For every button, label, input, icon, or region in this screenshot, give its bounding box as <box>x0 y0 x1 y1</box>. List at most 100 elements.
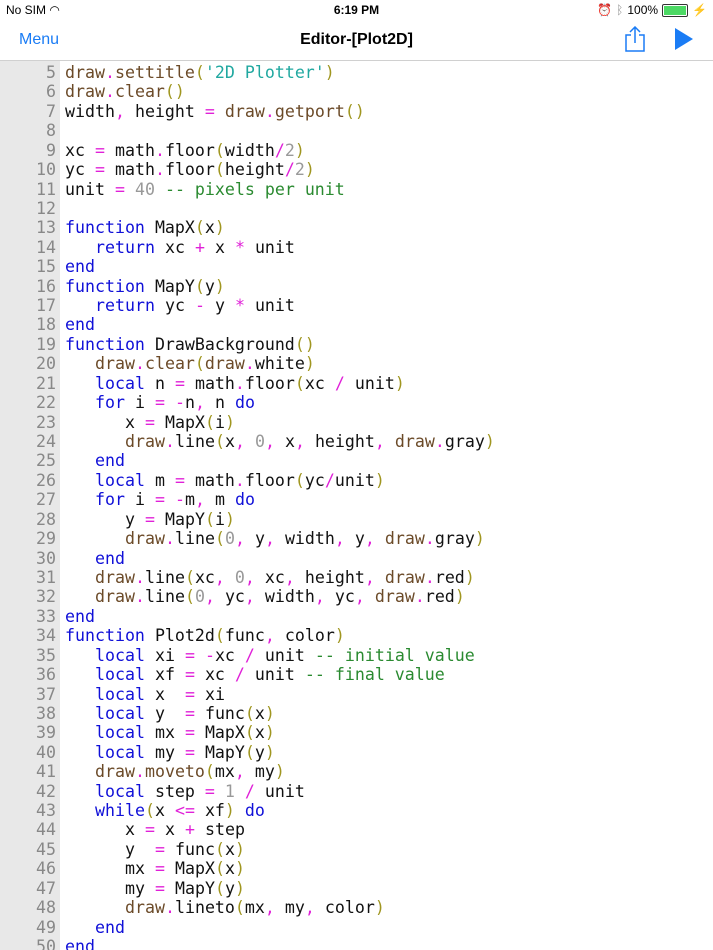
code-text[interactable]: y = MapY(i) <box>56 510 235 529</box>
code-text[interactable]: draw.line(xc, 0, xc, height, draw.red) <box>56 568 475 587</box>
code-text[interactable] <box>56 121 65 140</box>
code-token: ( <box>204 509 215 529</box>
code-text[interactable]: end <box>56 315 95 334</box>
code-line[interactable]: 50 end <box>0 937 713 950</box>
code-text[interactable]: end <box>56 937 95 950</box>
code-text[interactable]: y = func(x) <box>56 840 245 859</box>
code-text[interactable]: end <box>56 918 125 937</box>
code-text[interactable]: end <box>56 549 125 568</box>
code-text[interactable]: end <box>56 451 125 470</box>
code-text[interactable]: function MapX(x) <box>56 218 225 237</box>
code-text[interactable]: mx = MapX(x) <box>56 859 245 878</box>
code-line[interactable]: 43 while(x <= xf) do <box>0 801 713 820</box>
share-icon[interactable] <box>624 26 646 52</box>
code-text[interactable]: return xc + x * unit <box>56 238 295 257</box>
code-line[interactable]: 5 draw.settitle('2D Plotter') <box>0 63 713 82</box>
run-play-icon[interactable] <box>674 28 694 50</box>
code-line[interactable]: 49 end <box>0 918 713 937</box>
code-line[interactable]: 37 local x = xi <box>0 685 713 704</box>
code-line[interactable]: 45 y = func(x) <box>0 840 713 859</box>
code-line[interactable]: 14 return xc + x * unit <box>0 238 713 257</box>
code-line[interactable]: 30 end <box>0 549 713 568</box>
code-lines[interactable]: 5 draw.settitle('2D Plotter') 6 draw.clear(… <box>0 63 713 950</box>
code-line[interactable]: 44 x = x + step <box>0 820 713 839</box>
code-token: clear <box>114 82 165 102</box>
code-line[interactable]: 11 unit = 40 -- pixels per unit <box>0 180 713 199</box>
code-line[interactable]: 29 draw.line(0, y, width, y, draw.gray) <box>0 529 713 548</box>
code-line[interactable]: 6 draw.clear() <box>0 82 713 101</box>
code-text[interactable]: for i = -n, n do <box>56 393 255 412</box>
code-text[interactable]: yc = math.floor(height/2) <box>56 160 315 179</box>
code-line[interactable]: 47 my = MapY(y) <box>0 879 713 898</box>
code-line[interactable]: 40 local my = MapY(y) <box>0 743 713 762</box>
code-text[interactable]: draw.line(x, 0, x, height, draw.gray) <box>56 432 495 451</box>
code-text[interactable]: while(x <= xf) do <box>56 801 265 820</box>
code-text[interactable]: draw.clear(draw.white) <box>56 354 315 373</box>
code-text[interactable]: local y = func(x) <box>56 704 275 723</box>
code-editor[interactable]: 5 draw.settitle('2D Plotter') 6 draw.clear(… <box>0 61 713 950</box>
code-line[interactable]: 9 xc = math.floor(width/2) <box>0 141 713 160</box>
code-text[interactable]: local m = math.floor(yc/unit) <box>56 471 385 490</box>
code-text[interactable]: my = MapY(y) <box>56 879 245 898</box>
code-line[interactable]: 27 for i = -m, m do <box>0 490 713 509</box>
code-line[interactable]: 35 local xi = -xc / unit -- initial valu… <box>0 646 713 665</box>
code-token: . <box>164 898 175 918</box>
code-token: moveto <box>144 762 205 782</box>
code-text[interactable]: local n = math.floor(xc / unit) <box>56 374 405 393</box>
code-line[interactable]: 26 local m = math.floor(yc/unit) <box>0 471 713 490</box>
code-line[interactable]: 25 end <box>0 451 713 470</box>
code-line[interactable]: 38 local y = func(x) <box>0 704 713 723</box>
code-line[interactable]: 16 function MapY(y) <box>0 277 713 296</box>
code-text[interactable]: draw.moveto(mx, my) <box>56 762 285 781</box>
code-text[interactable]: draw.lineto(mx, my, color) <box>56 898 385 917</box>
code-line[interactable]: 17 return yc - y * unit <box>0 296 713 315</box>
code-text[interactable]: x = MapX(i) <box>56 413 235 432</box>
code-text[interactable]: local xf = xc / unit -- final value <box>56 665 445 684</box>
code-line[interactable]: 34 function Plot2d(func, color) <box>0 626 713 645</box>
code-line[interactable]: 36 local xf = xc / unit -- final value <box>0 665 713 684</box>
code-line[interactable]: 39 local mx = MapX(x) <box>0 723 713 742</box>
code-line[interactable]: 21 local n = math.floor(xc / unit) <box>0 374 713 393</box>
code-line[interactable]: 7 width, height = draw.getport() <box>0 102 713 121</box>
code-text[interactable]: draw.line(0, y, width, y, draw.gray) <box>56 529 485 548</box>
code-line[interactable]: 10 yc = math.floor(height/2) <box>0 160 713 179</box>
code-line[interactable]: 32 draw.line(0, yc, width, yc, draw.red) <box>0 587 713 606</box>
code-text[interactable] <box>56 199 65 218</box>
code-text[interactable]: end <box>56 607 95 626</box>
code-line[interactable]: 42 local step = 1 / unit <box>0 782 713 801</box>
code-text[interactable]: function MapY(y) <box>56 277 225 296</box>
code-line[interactable]: 15 end <box>0 257 713 276</box>
code-line[interactable]: 24 draw.line(x, 0, x, height, draw.gray) <box>0 432 713 451</box>
code-line[interactable]: 33 end <box>0 607 713 626</box>
code-text[interactable]: x = x + step <box>56 820 245 839</box>
code-text[interactable]: draw.line(0, yc, width, yc, draw.red) <box>56 587 465 606</box>
code-text[interactable]: draw.settitle('2D Plotter') <box>56 63 335 82</box>
code-text[interactable]: local x = xi <box>56 685 225 704</box>
code-text[interactable]: local xi = -xc / unit -- initial value <box>56 646 475 665</box>
code-line[interactable]: 8 <box>0 121 713 140</box>
code-text[interactable]: end <box>56 257 95 276</box>
code-text[interactable]: draw.clear() <box>56 82 185 101</box>
code-line[interactable]: 19 function DrawBackground() <box>0 335 713 354</box>
code-line[interactable]: 12 <box>0 199 713 218</box>
code-line[interactable]: 22 for i = -n, n do <box>0 393 713 412</box>
code-text[interactable]: for i = -m, m do <box>56 490 255 509</box>
code-text[interactable]: local mx = MapX(x) <box>56 723 275 742</box>
code-line[interactable]: 41 draw.moveto(mx, my) <box>0 762 713 781</box>
code-text[interactable]: width, height = draw.getport() <box>56 102 365 121</box>
code-line[interactable]: 23 x = MapX(i) <box>0 413 713 432</box>
code-text[interactable]: function DrawBackground() <box>56 335 315 354</box>
code-line[interactable]: 20 draw.clear(draw.white) <box>0 354 713 373</box>
code-text[interactable]: unit = 40 -- pixels per unit <box>56 180 345 199</box>
code-line[interactable]: 31 draw.line(xc, 0, xc, height, draw.red… <box>0 568 713 587</box>
code-line[interactable]: 13 function MapX(x) <box>0 218 713 237</box>
code-text[interactable]: local my = MapY(y) <box>56 743 275 762</box>
code-line[interactable]: 18 end <box>0 315 713 334</box>
code-line[interactable]: 46 mx = MapX(x) <box>0 859 713 878</box>
code-text[interactable]: xc = math.floor(width/2) <box>56 141 305 160</box>
code-line[interactable]: 28 y = MapY(i) <box>0 510 713 529</box>
code-text[interactable]: return yc - y * unit <box>56 296 295 315</box>
code-line[interactable]: 48 draw.lineto(mx, my, color) <box>0 898 713 917</box>
code-text[interactable]: local step = 1 / unit <box>56 782 305 801</box>
code-text[interactable]: function Plot2d(func, color) <box>56 626 345 645</box>
